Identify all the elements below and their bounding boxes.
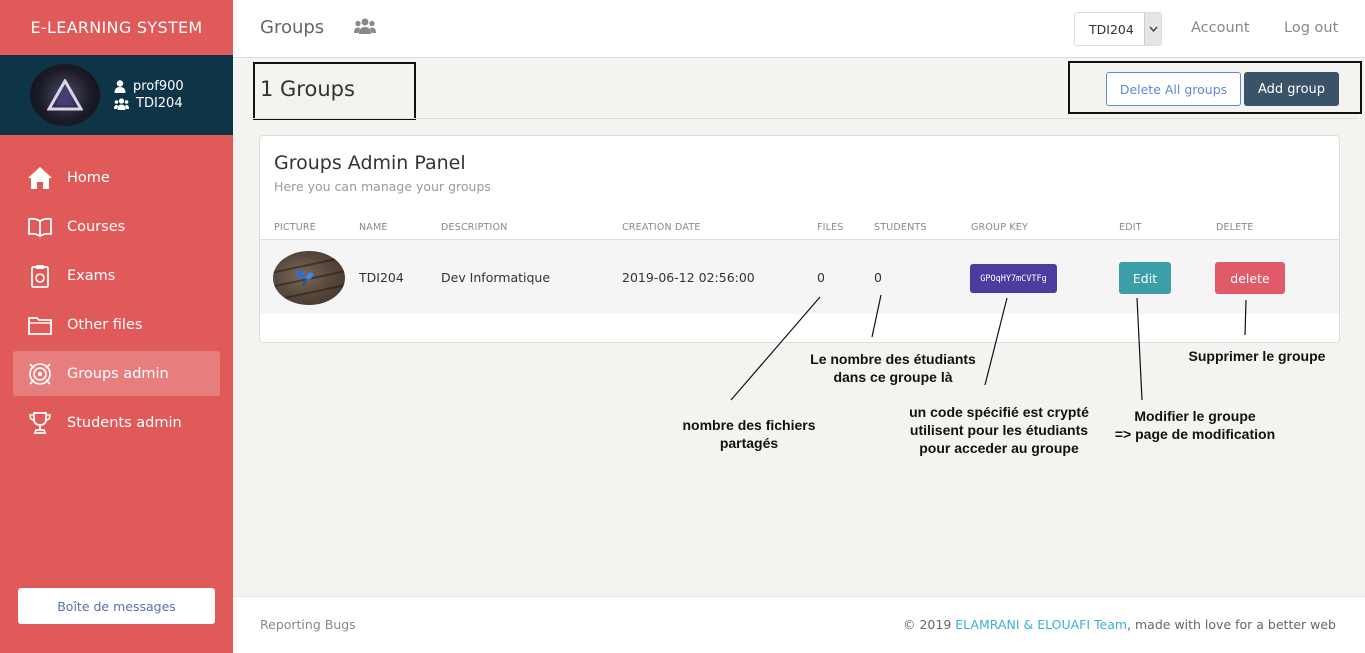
target-icon — [27, 361, 53, 387]
sidebar-item-exams[interactable]: Exams — [13, 253, 220, 298]
group-select[interactable]: TDI204 — [1074, 12, 1162, 46]
butterfly-icon — [295, 269, 314, 286]
annotation-text: nombre des fichiers — [682, 417, 816, 433]
sidebar-item-label: Other files — [67, 316, 143, 333]
annotation-files: nombre des fichiers partagés — [672, 416, 826, 452]
add-group-button[interactable]: Add group — [1244, 72, 1339, 106]
reporting-bugs-link[interactable]: Reporting Bugs — [260, 617, 356, 632]
copyright-prefix: © 2019 — [903, 617, 956, 632]
sidebar-item-groups-admin[interactable]: Groups admin — [13, 351, 220, 396]
copyright-suffix: , made with love for a better web — [1127, 617, 1336, 632]
chevron-down-icon — [1144, 13, 1161, 45]
groups-count-highlight: 1 Groups — [253, 62, 416, 120]
clipboard-icon — [27, 263, 53, 289]
sidebar-item-label: Students admin — [67, 414, 182, 431]
sidebar-item-label: Courses — [67, 218, 126, 235]
edit-button[interactable]: Edit — [1119, 262, 1171, 294]
panel-title: Groups Admin Panel — [274, 152, 466, 174]
column-header: STUDENTS — [874, 222, 927, 233]
column-header: DESCRIPTION — [441, 222, 508, 233]
book-icon — [27, 214, 53, 240]
column-header: NAME — [359, 222, 388, 233]
sidebar-nav: Home Courses Exams Other files Groups ad… — [0, 155, 233, 445]
annotation-text: utilisent pour les étudiants — [909, 422, 1089, 438]
sidebar: E-LEARNING SYSTEM prof900 TDI204 Home Co… — [0, 0, 233, 653]
annotation-text: Le nombre des étudiants — [810, 351, 976, 367]
table-row — [260, 240, 1339, 314]
user-name: prof900 — [133, 79, 184, 94]
annotation-group-key: un code spécifié est crypté utilisent po… — [896, 403, 1102, 457]
groups-admin-panel: Groups Admin Panel Here you can manage y… — [259, 135, 1340, 343]
panel-subtitle: Here you can manage your groups — [274, 179, 491, 194]
annotation-students: Le nombre des étudiants dans ce groupe l… — [800, 350, 986, 386]
annotation-text: partagés — [719, 435, 779, 451]
users-icon — [114, 97, 129, 110]
sidebar-item-label: Exams — [67, 267, 116, 284]
group-description: Dev Informatique — [441, 270, 551, 285]
user-icon — [114, 80, 126, 93]
user-box: prof900 TDI204 — [0, 55, 233, 135]
sidebar-item-home[interactable]: Home — [13, 155, 220, 200]
column-header: DELETE — [1216, 222, 1254, 233]
trophy-icon — [27, 410, 53, 436]
account-link[interactable]: Account — [1191, 20, 1250, 36]
divider — [253, 118, 1358, 119]
logout-link[interactable]: Log out — [1284, 20, 1338, 36]
topbar: Groups TDI204 Account Log out — [233, 0, 1365, 58]
home-icon — [27, 165, 53, 191]
messages-button[interactable]: Boîte de messages — [18, 588, 215, 624]
group-select-value: TDI204 — [1089, 22, 1134, 37]
users-icon — [354, 18, 376, 38]
sidebar-item-students-admin[interactable]: Students admin — [13, 400, 220, 445]
annotation-text: dans ce groupe là — [833, 369, 953, 385]
sidebar-item-label: Groups admin — [67, 365, 169, 382]
group-creation-date: 2019-06-12 02:56:00 — [622, 270, 755, 285]
group-picture — [273, 251, 345, 305]
folder-icon — [27, 312, 53, 338]
annotation-text: un code spécifié est crypté — [909, 404, 1089, 420]
column-header: PICTURE — [274, 222, 316, 233]
sidebar-item-other-files[interactable]: Other files — [13, 302, 220, 347]
team-link[interactable]: ELAMRANI & ELOUAFI Team — [955, 617, 1127, 632]
group-students-count: 0 — [874, 270, 882, 285]
annotation-text: => page de modification — [1114, 426, 1276, 442]
column-header: GROUP KEY — [971, 222, 1028, 233]
page-title: Groups — [260, 17, 325, 38]
avatar — [30, 64, 100, 126]
brand-title: E-LEARNING SYSTEM — [30, 18, 203, 37]
user-group: TDI204 — [136, 96, 183, 111]
annotation-text: pour acceder au groupe — [919, 440, 1079, 456]
copyright: © 2019 ELAMRANI & ELOUAFI Team, made wit… — [903, 617, 1336, 632]
group-name: TDI204 — [359, 270, 404, 285]
column-header: CREATION DATE — [622, 222, 701, 233]
delete-all-groups-button[interactable]: Delete All groups — [1106, 72, 1241, 106]
column-header: FILES — [817, 222, 844, 233]
groups-count-title: 1 Groups — [260, 77, 355, 101]
column-header: EDIT — [1119, 222, 1142, 233]
annotation-text: Supprimer le groupe — [1188, 348, 1326, 364]
annotation-delete: Supprimer le groupe — [1180, 347, 1334, 365]
annotation-text: Modifier le groupe — [1134, 408, 1256, 424]
annotation-edit: Modifier le groupe => page de modificati… — [1103, 407, 1287, 443]
footer: Reporting Bugs © 2019 ELAMRANI & ELOUAFI… — [233, 596, 1365, 653]
delete-button[interactable]: delete — [1215, 262, 1285, 294]
group-files-count: 0 — [817, 270, 825, 285]
sidebar-item-courses[interactable]: Courses — [13, 204, 220, 249]
sidebar-item-label: Home — [67, 169, 110, 186]
group-key-badge: GPOqHY7mCVTFg — [970, 264, 1057, 293]
